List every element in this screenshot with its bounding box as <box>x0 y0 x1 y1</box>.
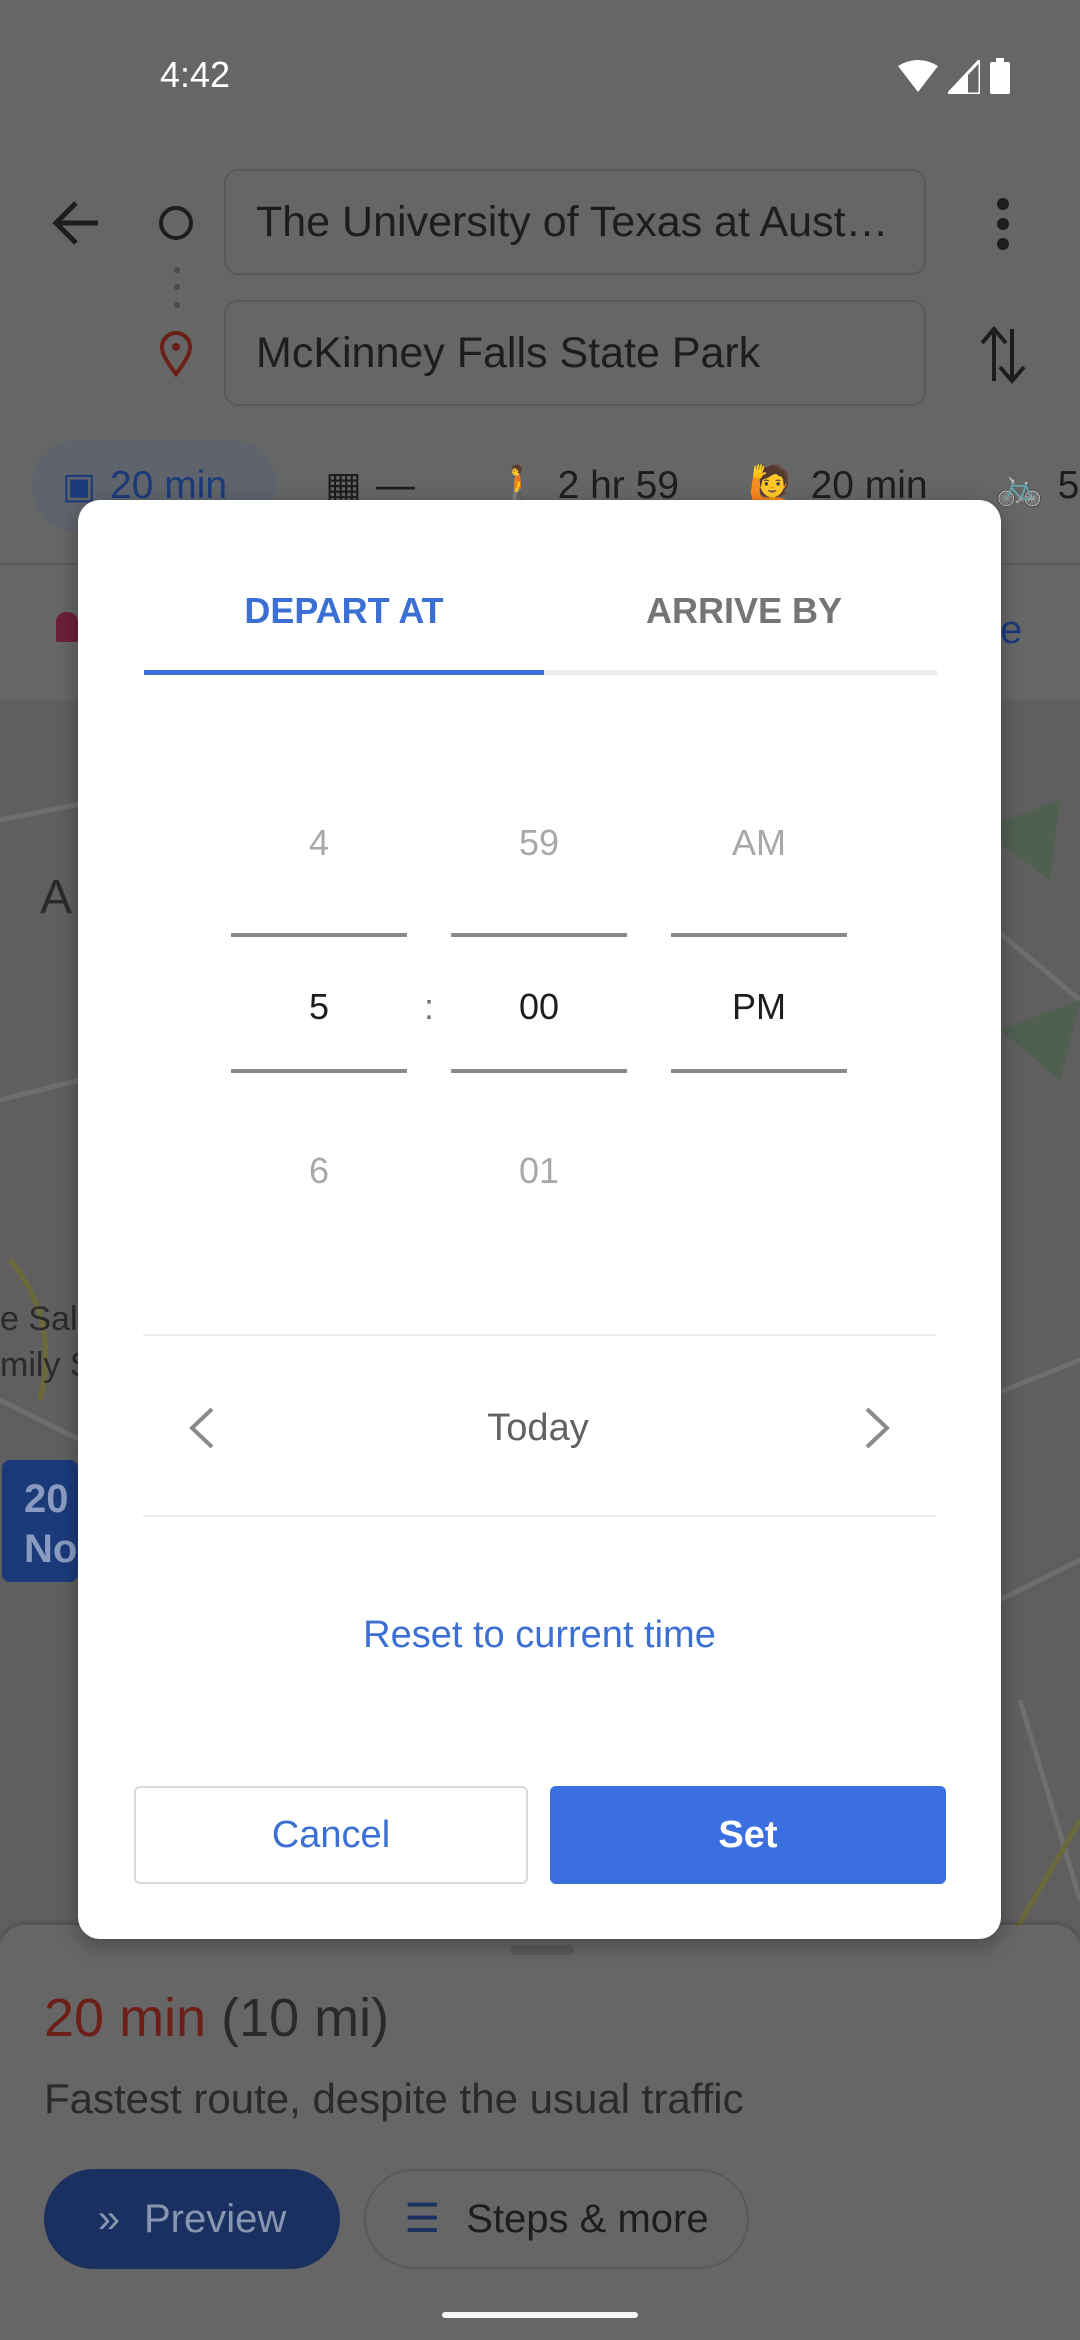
cancel-button[interactable]: Cancel <box>134 1786 528 1884</box>
chevron-left-icon[interactable] <box>184 1405 218 1451</box>
home-indicator[interactable] <box>442 2312 638 2318</box>
status-time: 4:42 <box>160 54 231 95</box>
battery-icon <box>990 58 1010 94</box>
ampm-picker[interactable]: PM <box>671 986 847 1028</box>
double-chevron-icon: » <box>97 2196 120 2241</box>
mode-bike[interactable]: 🚲 5 <box>995 463 1079 509</box>
origin-circle-icon <box>159 206 193 240</box>
wifi-icon <box>898 60 938 92</box>
tab-arrive-by[interactable]: ARRIVE BY <box>544 590 944 632</box>
minute-next[interactable]: 01 <box>451 1150 627 1192</box>
ampm-prev[interactable]: AM <box>671 822 847 864</box>
set-button[interactable]: Set <box>550 1786 946 1884</box>
route-dots-icon <box>174 267 180 308</box>
route-distance: (10 mi) <box>221 1988 390 2048</box>
minute-picker[interactable]: 00 <box>451 986 627 1028</box>
origin-input[interactable]: The University of Texas at Aust… <box>224 169 926 275</box>
steps-button[interactable]: ☰ Steps & more <box>364 2169 749 2269</box>
hour-next[interactable]: 6 <box>231 1150 407 1192</box>
minute-prev[interactable]: 59 <box>451 822 627 864</box>
person-icon <box>56 612 78 642</box>
destination-input[interactable]: McKinney Falls State Park <box>224 300 926 406</box>
route-sheet: 20 min (10 mi) Fastest route, despite th… <box>0 1925 1080 2340</box>
bike-icon: 🚲 <box>995 465 1044 508</box>
route-summary: Fastest route, despite the usual traffic <box>44 2075 744 2122</box>
hour-picker[interactable]: 5 <box>231 986 407 1028</box>
preview-button[interactable]: » Preview <box>44 2169 340 2269</box>
route-duration: 20 min <box>44 1988 207 2048</box>
tab-depart-at[interactable]: DEPART AT <box>144 590 544 632</box>
back-arrow-icon[interactable] <box>50 195 106 251</box>
more-options-icon[interactable] <box>990 196 1016 252</box>
partial-link[interactable]: e <box>1000 608 1022 653</box>
swap-icon[interactable] <box>978 325 1028 385</box>
destination-pin-icon <box>159 331 193 378</box>
signal-icon <box>948 60 980 94</box>
route-badge[interactable]: 20 No <box>2 1460 78 1582</box>
time-separator: : <box>424 986 435 1027</box>
time-picker-dialog: DEPART AT ARRIVE BY 4 5 6 : 59 00 01 AM … <box>78 500 1001 1939</box>
map-label: A <box>40 871 73 924</box>
reset-time-link[interactable]: Reset to current time <box>78 1614 1001 1657</box>
status-icons <box>898 58 1010 94</box>
drag-handle[interactable] <box>510 1945 574 1955</box>
hour-prev[interactable]: 4 <box>231 822 407 864</box>
day-label: Today <box>487 1407 589 1449</box>
list-icon: ☰ <box>404 2197 441 2241</box>
tab-indicator <box>144 670 544 675</box>
chevron-right-icon[interactable] <box>861 1405 895 1451</box>
